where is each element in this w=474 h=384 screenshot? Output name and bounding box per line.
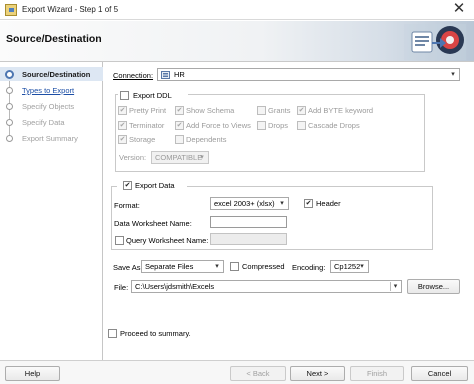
- chevron-down-icon: ▾: [215, 263, 219, 270]
- query-worksheet-name-checkbox[interactable]: [115, 236, 124, 245]
- export-data-checkbox[interactable]: ✔: [123, 181, 132, 190]
- cancel-button[interactable]: Cancel: [411, 366, 468, 381]
- encoding-select[interactable]: Cp1252 ▾: [330, 260, 369, 273]
- nav-step-label: Source/Destination: [22, 70, 91, 79]
- terminator-label: Terminator: [129, 121, 165, 130]
- format-label: Format:: [114, 201, 140, 210]
- chevron-down-icon: ▾: [390, 282, 400, 291]
- cascade-drops-label: Cascade Drops: [308, 121, 360, 130]
- nav-step-specify-objects: Specify Objects: [0, 99, 103, 113]
- terminator-checkbox: ✔: [118, 121, 127, 130]
- show-schema-checkbox: ✔: [175, 106, 184, 115]
- browse-button[interactable]: Browse...: [407, 279, 460, 294]
- version-label: Version:: [119, 153, 147, 162]
- header-checkbox[interactable]: ✔: [304, 199, 313, 208]
- wizard-header: Source/Destination: [0, 21, 474, 62]
- version-value: COMPATIBLE: [155, 153, 203, 162]
- step-dot-icon: [6, 103, 13, 110]
- save-as-label: Save As: [113, 263, 141, 272]
- show-schema-label: Show Schema: [186, 106, 235, 115]
- export-ddl-header: Export DDL: [118, 89, 188, 101]
- query-worksheet-name-input: [210, 233, 287, 245]
- dependents-checkbox: [175, 135, 184, 144]
- export-wizard-graphic-icon: [404, 24, 466, 60]
- current-step-icon: [5, 70, 14, 79]
- save-as-select[interactable]: Separate Files ▾: [141, 260, 224, 273]
- format-value: excel 2003+ (xlsx): [214, 199, 275, 208]
- file-path-value: C:\Users\jdsmith\Excels: [135, 282, 215, 291]
- dependents-label: Dependents: [186, 135, 227, 144]
- add-byte-keyword-checkbox: ✔: [297, 106, 306, 115]
- nav-step-export-summary: Export Summary: [0, 131, 103, 145]
- export-ddl-checkbox[interactable]: [120, 91, 129, 100]
- nav-step-label: Specify Data: [22, 118, 65, 127]
- proceed-to-summary-label: Proceed to summary.: [120, 329, 191, 338]
- connection-label: Connection:: [113, 71, 154, 80]
- data-worksheet-name-input[interactable]: [210, 216, 287, 228]
- nav-step-label: Types to Export: [22, 86, 75, 95]
- back-button: < Back: [230, 366, 286, 381]
- storage-label: Storage: [129, 135, 156, 144]
- step-dot-icon: [6, 119, 13, 126]
- step-dot-icon: [6, 87, 13, 94]
- compressed-label: Compressed: [242, 262, 285, 271]
- app-icon: [5, 4, 17, 16]
- file-path-combo[interactable]: C:\Users\jdsmith\Excels ▾: [131, 280, 402, 293]
- save-as-value: Separate Files: [145, 262, 194, 271]
- chevron-down-icon: ▾: [280, 200, 284, 207]
- window-title: Export Wizard - Step 1 of 5: [22, 5, 119, 14]
- close-icon[interactable]: ✕: [445, 0, 473, 19]
- connection-select[interactable]: HR ▾: [157, 68, 460, 81]
- format-select[interactable]: excel 2003+ (xlsx) ▾: [210, 197, 289, 210]
- database-connection-icon: [161, 71, 170, 79]
- nav-step-label: Export Summary: [22, 134, 78, 143]
- file-label: File:: [114, 283, 129, 292]
- header-label: Header: [316, 199, 341, 208]
- grants-checkbox: [257, 106, 266, 115]
- cascade-drops-checkbox: [297, 121, 306, 130]
- wizard-content: Connection: HR ▾ Export DDL ✔ Pretty Pri…: [104, 62, 474, 360]
- title-bar: Export Wizard - Step 1 of 5 ✕: [0, 0, 474, 20]
- drops-label: Drops: [268, 121, 289, 130]
- proceed-to-summary-checkbox[interactable]: [108, 329, 117, 338]
- pretty-print-label: Pretty Print: [129, 106, 167, 115]
- nav-step-types-to-export[interactable]: Types to Export: [0, 83, 103, 97]
- data-worksheet-name-label: Data Worksheet Name:: [114, 219, 192, 228]
- nav-step-specify-data: Specify Data: [0, 115, 103, 129]
- step-dot-icon: [6, 135, 13, 142]
- nav-step-source-destination[interactable]: Source/Destination: [0, 67, 103, 81]
- chevron-down-icon: ▾: [451, 71, 455, 78]
- storage-checkbox: ✔: [118, 135, 127, 144]
- grants-label: Grants: [268, 106, 291, 115]
- encoding-label: Encoding:: [292, 263, 326, 272]
- nav-step-label: Specify Objects: [22, 102, 75, 111]
- next-button[interactable]: Next >: [290, 366, 345, 381]
- export-ddl-label: Export DDL: [133, 91, 172, 100]
- wizard-footer: Help < Back Next > Finish Cancel: [0, 360, 474, 384]
- export-data-header: ✔ Export Data: [117, 180, 187, 192]
- finish-button: Finish: [350, 366, 404, 381]
- compressed-checkbox[interactable]: [230, 262, 239, 271]
- page-title: Source/Destination: [6, 33, 102, 45]
- chevron-down-icon: ▾: [360, 263, 364, 270]
- wizard-steps-nav: Source/Destination Types to Export Speci…: [0, 62, 103, 360]
- query-worksheet-name-label: Query Worksheet Name:: [126, 236, 209, 245]
- pretty-print-checkbox: ✔: [118, 106, 127, 115]
- add-force-to-views-checkbox: ✔: [175, 121, 184, 130]
- chevron-down-icon: ▾: [200, 154, 204, 161]
- add-byte-keyword-label: Add BYTE keyword: [308, 106, 374, 115]
- connection-value: HR: [174, 70, 185, 79]
- drops-checkbox: [257, 121, 266, 130]
- export-data-label: Export Data: [135, 181, 175, 190]
- add-force-to-views-label: Add Force to Views: [186, 121, 251, 130]
- help-button[interactable]: Help: [5, 366, 60, 381]
- version-select: COMPATIBLE ▾: [151, 151, 209, 164]
